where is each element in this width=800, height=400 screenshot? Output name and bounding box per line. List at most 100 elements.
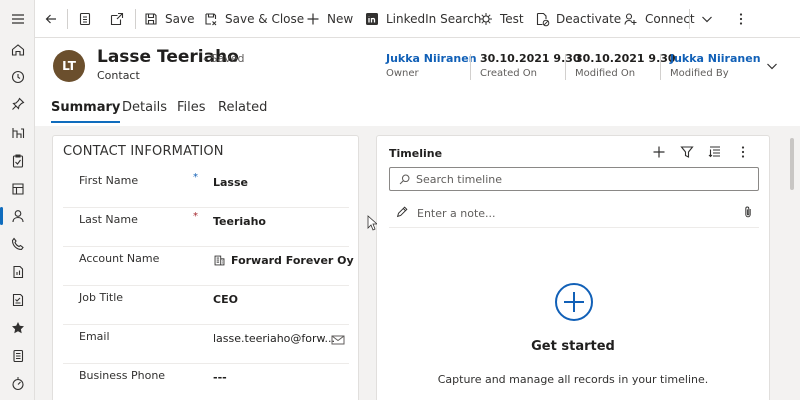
more-commands-dropdown[interactable]: [699, 0, 721, 38]
required-indicator: *: [193, 211, 198, 222]
timeline-section: Timeline Enter a note... Get started Cap…: [376, 135, 770, 400]
sales-icon[interactable]: [0, 120, 35, 146]
save-button[interactable]: Save: [143, 0, 194, 38]
tab-details[interactable]: Details: [122, 100, 167, 121]
timeline-search-input[interactable]: [416, 170, 746, 188]
sort-icon[interactable]: [707, 144, 723, 160]
field-business-phone: Business Phone ---: [63, 363, 349, 400]
add-activity-plus-icon[interactable]: [651, 144, 667, 160]
modified-by-value[interactable]: Jukka Niiranen: [670, 52, 761, 65]
first-name-label: First Name: [79, 174, 139, 187]
save-label: Save: [165, 12, 195, 26]
connect-button[interactable]: Connect: [623, 0, 695, 38]
document-icon[interactable]: [0, 176, 35, 202]
add-circle-icon[interactable]: [554, 282, 594, 322]
field-first-name: First Name * Lasse: [63, 168, 349, 208]
job-title-label: Job Title: [79, 291, 124, 304]
save-icon: [145, 13, 157, 25]
account-icon: [214, 255, 225, 266]
header-divider: [470, 54, 471, 80]
last-name-input[interactable]: Teeriaho: [213, 215, 266, 228]
email-input[interactable]: lasse.teeriaho@forw...: [213, 332, 335, 345]
phone-icon[interactable]: [0, 231, 35, 257]
new-label: New: [327, 12, 354, 26]
field-email: Email lasse.teeriaho@forw...: [63, 324, 349, 364]
linkedin-icon: [366, 13, 378, 25]
save-close-icon: [205, 13, 217, 26]
deactivate-button[interactable]: Deactivate: [534, 0, 621, 38]
pencil-icon: [396, 206, 408, 218]
connect-label: Connect: [645, 12, 695, 26]
checklist-icon[interactable]: [0, 287, 35, 313]
account-name-lookup[interactable]: Forward Forever Oy: [213, 254, 354, 267]
empty-state-description: Capture and manage all records in your t…: [437, 373, 709, 386]
toolbar-divider: [135, 9, 136, 29]
plus-icon: [307, 13, 319, 25]
command-bar: Save Save & Close New LinkedIn Search Te…: [35, 0, 800, 38]
test-icon: [480, 13, 492, 25]
account-name-label: Account Name: [79, 252, 160, 265]
vertical-scrollbar[interactable]: [790, 138, 794, 190]
report-icon[interactable]: [0, 259, 35, 285]
back-button[interactable]: [43, 0, 65, 38]
tab-related[interactable]: Related: [218, 100, 267, 121]
save-status: - Saved: [203, 52, 245, 65]
note-placeholder[interactable]: Enter a note...: [417, 207, 496, 220]
back-arrow-icon: [45, 14, 56, 24]
task-icon[interactable]: [0, 148, 35, 174]
header-field-owner[interactable]: Jukka Niiranen Owner: [386, 52, 477, 79]
open-new-window-button[interactable]: [109, 0, 131, 38]
more-vertical-icon: [739, 13, 743, 25]
new-button[interactable]: New: [305, 0, 353, 38]
tab-summary[interactable]: Summary: [51, 100, 121, 123]
modified-by-label: Modified By: [670, 68, 729, 79]
menu-icon[interactable]: [0, 6, 35, 32]
open-in-new-window-icon: [110, 12, 124, 26]
chevron-down-icon: [702, 16, 712, 23]
job-title-input[interactable]: CEO: [213, 293, 238, 306]
account-name-value[interactable]: Forward Forever Oy: [231, 254, 354, 267]
recent-icon[interactable]: [0, 64, 35, 90]
header-divider: [565, 54, 566, 80]
owner-value[interactable]: Jukka Niiranen: [386, 52, 477, 65]
form-view-button[interactable]: [77, 0, 99, 38]
linkedin-search-label: LinkedIn Search: [386, 12, 482, 26]
attachment-icon[interactable]: [741, 205, 755, 219]
recommended-indicator: *: [193, 172, 198, 183]
business-phone-label: Business Phone: [79, 369, 166, 382]
pin-icon[interactable]: [0, 91, 35, 117]
field-job-title: Job Title CEO: [63, 285, 349, 325]
notebook-icon[interactable]: [0, 343, 35, 369]
send-email-icon[interactable]: [331, 334, 345, 346]
record-header: LT Lasse Teeriaho - Saved Contact Jukka …: [35, 38, 800, 94]
section-title: CONTACT INFORMATION: [63, 144, 224, 159]
overflow-button[interactable]: [733, 0, 755, 38]
deactivate-icon: [536, 12, 550, 27]
tab-files[interactable]: Files: [177, 100, 206, 121]
toolbar-divider: [689, 9, 690, 29]
business-phone-input[interactable]: ---: [213, 371, 227, 384]
timeline-title: Timeline: [389, 147, 443, 160]
note-composer[interactable]: Enter a note...: [389, 200, 759, 228]
test-label: Test: [500, 12, 524, 26]
save-and-close-button[interactable]: Save & Close: [203, 0, 304, 38]
toolbar-divider: [67, 9, 68, 29]
target-icon[interactable]: [0, 371, 35, 397]
contact-icon[interactable]: [0, 203, 35, 229]
entity-type: Contact: [97, 69, 140, 82]
star-icon[interactable]: [0, 315, 35, 341]
left-navigation-rail: [0, 0, 35, 400]
field-account-name: Account Name Forward Forever Oy: [63, 246, 354, 286]
field-last-name: Last Name * Teeriaho: [63, 207, 349, 247]
first-name-input[interactable]: Lasse: [213, 176, 248, 189]
more-vertical-icon[interactable]: [735, 144, 751, 160]
home-icon[interactable]: [0, 37, 35, 63]
test-button[interactable]: Test: [478, 0, 524, 38]
form-icon: [79, 12, 91, 26]
linkedin-search-button[interactable]: LinkedIn Search: [364, 0, 481, 38]
timeline-search-box[interactable]: [389, 167, 759, 191]
filter-icon[interactable]: [679, 144, 695, 160]
expand-header-chevron-icon[interactable]: [764, 58, 780, 74]
header-field-modified-by[interactable]: Jukka Niiranen Modified By: [670, 52, 761, 79]
empty-state-title: Get started: [531, 339, 615, 354]
